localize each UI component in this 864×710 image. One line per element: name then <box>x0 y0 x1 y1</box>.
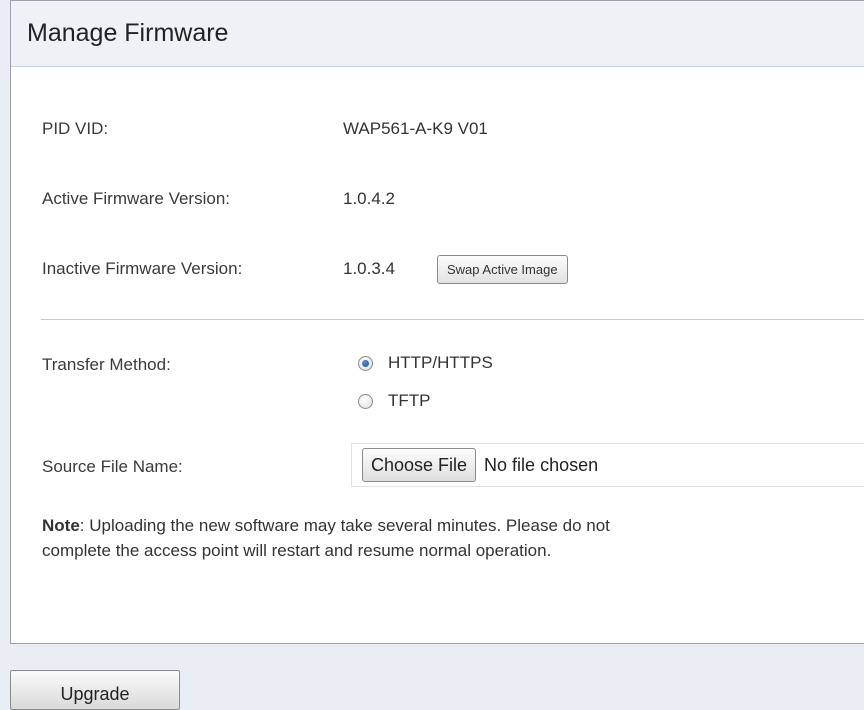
transfer-option-label: HTTP/HTTPS <box>388 353 493 372</box>
active-firmware-label: Active Firmware Version: <box>42 189 230 208</box>
inactive-firmware-label: Inactive Firmware Version: <box>42 259 243 278</box>
pid-vid-label: PID VID: <box>42 119 109 138</box>
page-title: Manage Firmware <box>27 19 229 47</box>
note-text-1: : Uploading the new software may take se… <box>79 516 610 535</box>
radio-selected-icon[interactable] <box>358 355 373 371</box>
inactive-firmware-value: 1.0.3.4 <box>343 259 395 278</box>
radio-unselected-icon[interactable] <box>358 393 373 409</box>
note-line-1: Note: Uploading the new software may tak… <box>42 513 864 538</box>
transfer-method-label: Transfer Method: <box>42 355 171 374</box>
note-text-2: complete the access point will restart a… <box>42 541 552 560</box>
source-file-label: Source File Name: <box>42 457 183 476</box>
section-divider <box>41 319 864 320</box>
source-file-input[interactable]: Choose File No file chosen <box>351 443 864 487</box>
choose-file-button[interactable]: Choose File <box>362 448 477 482</box>
title-bar: Manage Firmware <box>11 1 864 67</box>
manage-firmware-panel: Manage Firmware PID VID: WAP561-A-K9 V01… <box>10 0 864 644</box>
transfer-option-tftp[interactable]: TFTP <box>358 391 431 411</box>
file-status-text: No file chosen <box>484 454 599 475</box>
pid-vid-value: WAP561-A-K9 V01 <box>343 119 488 138</box>
swap-active-image-button[interactable]: Swap Active Image <box>437 255 568 284</box>
transfer-option-label: TFTP <box>388 391 431 410</box>
active-firmware-value: 1.0.4.2 <box>343 189 395 208</box>
upgrade-button[interactable]: Upgrade <box>10 670 180 710</box>
note-label: Note <box>42 516 80 535</box>
upload-note: Note: Uploading the new software may tak… <box>42 513 864 563</box>
transfer-option-http-https[interactable]: HTTP/HTTPS <box>358 353 493 373</box>
